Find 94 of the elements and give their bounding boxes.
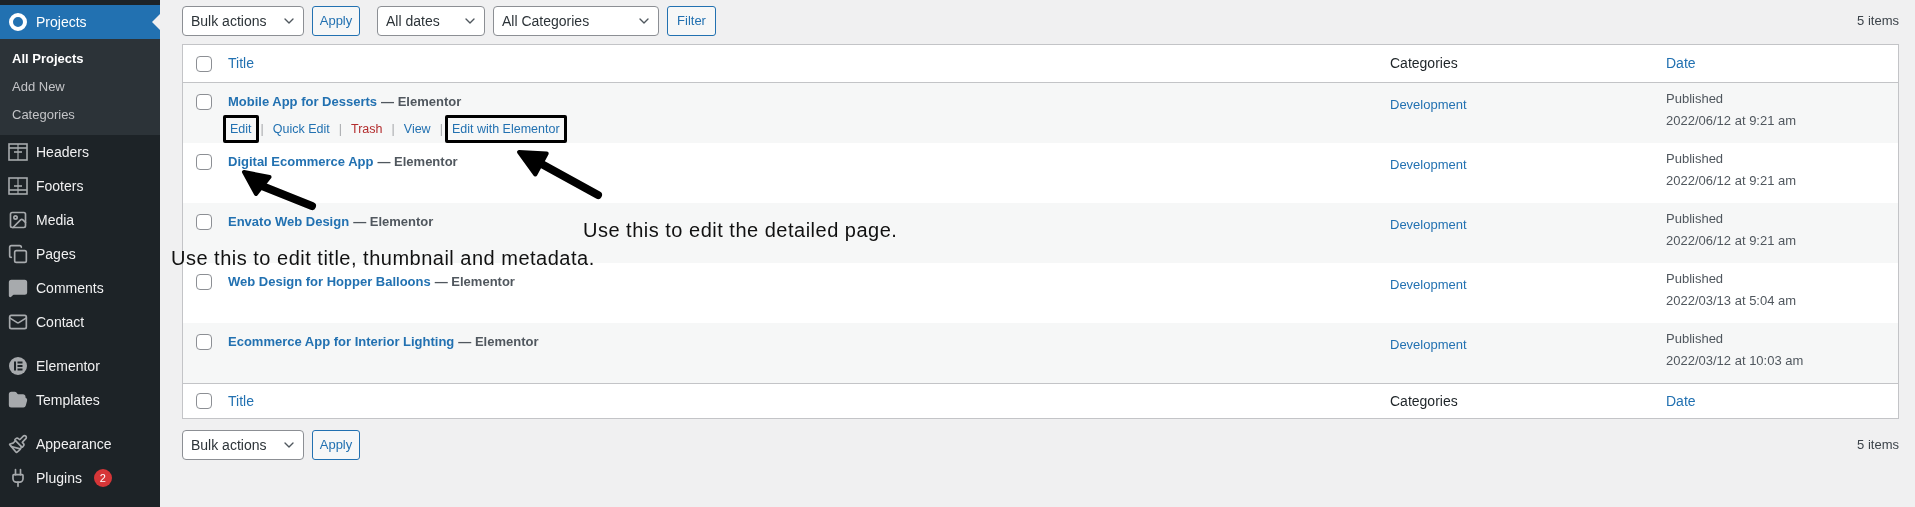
post-date: 2022/06/12 at 9:21 am <box>1666 172 1798 190</box>
checkbox[interactable] <box>196 154 212 170</box>
category-link[interactable]: Development <box>1390 157 1467 172</box>
folder-icon <box>8 390 28 410</box>
pages-icon <box>8 244 28 264</box>
separator: | <box>259 120 265 138</box>
sidebar-item[interactable]: Headers <box>0 135 160 169</box>
column-header[interactable]: Date <box>1666 53 1898 74</box>
sidebar-item[interactable]: Pages <box>0 237 160 271</box>
sidebar-item[interactable]: Contact <box>0 305 160 339</box>
dropdown-select[interactable]: All dates <box>377 6 485 36</box>
mail-icon <box>8 312 28 332</box>
item-count: 5 items <box>1857 436 1899 455</box>
checkbox[interactable] <box>196 393 212 409</box>
post-state: — Elementor <box>458 333 539 351</box>
dropdown-select[interactable]: Bulk actions <box>182 430 304 460</box>
layout-grid-icon <box>8 143 28 161</box>
post-status: Published <box>1666 330 1725 348</box>
post-state: — Elementor <box>381 93 462 111</box>
sidebar-item[interactable]: Elementor <box>0 349 160 383</box>
apply-button[interactable]: Apply <box>312 430 360 460</box>
filter-button[interactable]: Filter <box>667 6 716 36</box>
sidebar-label: Footers <box>36 176 84 196</box>
post-state: — Elementor <box>377 153 458 171</box>
sidebar-item[interactable]: Plugins 2 <box>0 461 160 495</box>
sidebar-item[interactable]: Appearance <box>0 427 160 461</box>
category-link[interactable]: Development <box>1390 277 1467 292</box>
ring-icon <box>8 12 28 32</box>
post-title-link[interactable]: Ecommerce App for Interior Lighting <box>228 332 455 352</box>
separator: | <box>438 120 444 138</box>
column-header[interactable]: Date <box>1666 390 1898 412</box>
apply-button[interactable]: Apply <box>312 6 360 36</box>
post-title-link[interactable]: Envato Web Design <box>228 212 350 232</box>
category-link[interactable]: Development <box>1390 217 1467 232</box>
item-count: 5 items <box>1857 12 1899 31</box>
sidebar-item[interactable]: Templates <box>0 383 160 417</box>
annotation-text: Use this to edit title, thumbnail and metadata. <box>171 248 595 268</box>
checkbox[interactable] <box>196 274 212 290</box>
separator: | <box>337 120 343 138</box>
submenu-item[interactable]: All Projects <box>0 45 160 73</box>
post-status: Published <box>1666 210 1725 228</box>
sidebar-label: Appearance <box>36 434 112 454</box>
sidebar-label: Plugins <box>36 468 82 488</box>
sidebar-label: Contact <box>36 312 85 332</box>
submenu-item[interactable]: Add New <box>0 73 160 101</box>
annotation-text: Use this to edit the detailed page. <box>583 220 898 240</box>
post-title-link[interactable]: Digital Ecommerce App <box>228 152 374 172</box>
active-pointer-icon <box>152 14 160 30</box>
sidebar-item[interactable]: Projects <box>0 5 160 39</box>
checkbox[interactable] <box>196 94 212 110</box>
sidebar-label: Projects <box>36 12 87 32</box>
comment-icon <box>8 278 28 298</box>
sidebar-label: Templates <box>36 390 100 410</box>
dropdown-select[interactable]: Bulk actions <box>182 6 304 36</box>
checkbox[interactable] <box>196 214 212 230</box>
post-status: Published <box>1666 270 1725 288</box>
post-state: — Elementor <box>353 213 434 231</box>
post-status: Published <box>1666 90 1725 108</box>
row-action-link[interactable]: Edit with Elementor <box>444 114 567 144</box>
post-date: 2022/06/12 at 9:21 am <box>1666 112 1798 130</box>
layout-grid-icon <box>8 177 28 195</box>
count-badge: 2 <box>93 469 112 487</box>
media-icon <box>8 210 28 230</box>
sidebar-label: Headers <box>36 142 89 162</box>
sidebar-label: Elementor <box>36 356 100 376</box>
paintbrush-icon <box>8 434 28 454</box>
separator: | <box>390 120 396 138</box>
column-header: Categories <box>1390 54 1459 73</box>
post-title-link[interactable]: Mobile App for Desserts <box>228 92 378 112</box>
post-date: 2022/03/12 at 10:03 am <box>1666 352 1805 370</box>
submenu-item[interactable]: Categories <box>0 101 160 129</box>
post-status: Published <box>1666 150 1725 168</box>
sidebar-label: Pages <box>36 244 76 264</box>
category-link[interactable]: Development <box>1390 337 1467 352</box>
dropdown-select[interactable]: All Categories <box>493 6 659 36</box>
category-link[interactable]: Development <box>1390 97 1467 112</box>
post-date: 2022/06/12 at 9:21 am <box>1666 232 1798 250</box>
sidebar-item[interactable]: Comments <box>0 271 160 305</box>
checkbox[interactable] <box>196 334 212 350</box>
trash-link[interactable]: Trash <box>344 114 390 144</box>
sidebar-label: Comments <box>36 278 104 298</box>
column-header: Categories <box>1390 391 1459 411</box>
row-action-link[interactable]: Quick Edit <box>265 114 337 144</box>
post-title-link[interactable]: Web Design for Hopper Balloons <box>228 272 431 292</box>
post-date: 2022/03/13 at 5:04 am <box>1666 292 1798 310</box>
sidebar-label: Media <box>36 210 75 230</box>
post-state: — Elementor <box>434 273 515 291</box>
circle-letter-icon <box>8 356 28 376</box>
column-header[interactable]: Title <box>228 53 1390 74</box>
row-action-link[interactable]: View <box>396 114 438 144</box>
sidebar-item[interactable]: Media <box>0 203 160 237</box>
checkbox[interactable] <box>196 55 212 72</box>
sidebar-item[interactable]: Footers <box>0 169 160 203</box>
column-header[interactable]: Title <box>228 390 1390 412</box>
